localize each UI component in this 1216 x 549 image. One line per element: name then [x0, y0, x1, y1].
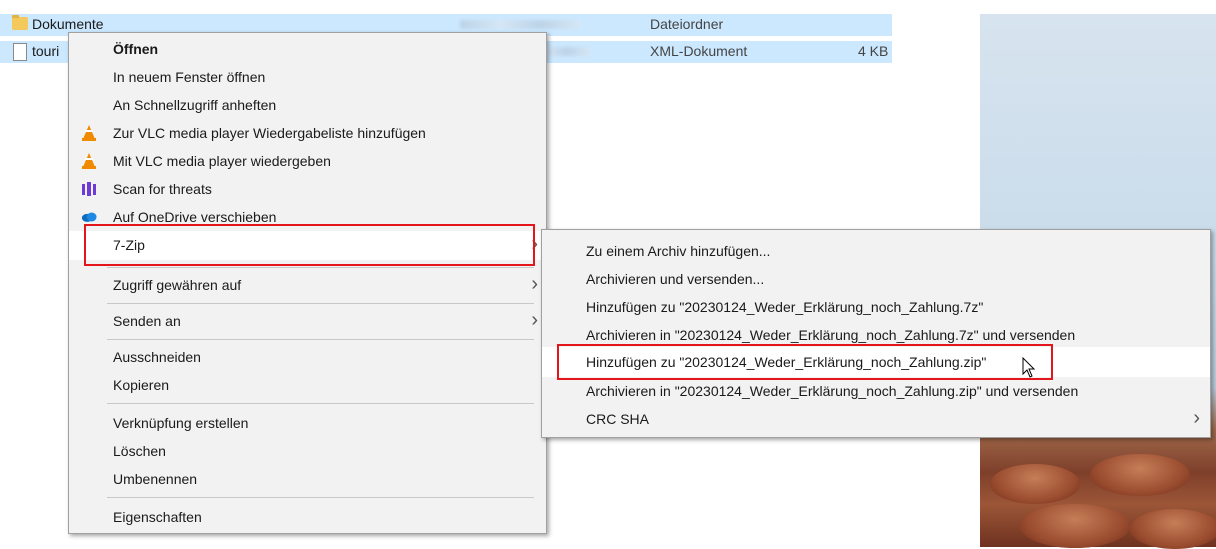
menu-item-vlc-playlist[interactable]: Zur VLC media player Wiedergabeliste hin… [69, 119, 546, 147]
highlight-box-7zip [84, 224, 535, 266]
menu-item-create-shortcut[interactable]: Verknüpfung erstellen [69, 409, 546, 437]
submenu-item-add-to-archive[interactable]: Zu einem Archiv hinzufügen... [542, 237, 1210, 265]
menu-item-label: Öffnen [113, 41, 159, 57]
menu-separator [107, 303, 534, 304]
menu-item-open-new-window[interactable]: In neuem Fenster öffnen [69, 63, 546, 91]
roof-tile [990, 464, 1080, 504]
menu-item-label: Zur VLC media player Wiedergabeliste hin… [113, 125, 426, 141]
menu-item-label: Kopieren [113, 377, 170, 393]
folder-icon [12, 15, 28, 30]
file-type: Dateiordner [650, 16, 724, 32]
chevron-right-icon: › [531, 309, 538, 331]
menu-separator [107, 403, 534, 404]
file-size: 4 KB [858, 43, 889, 59]
submenu-item-add-7z[interactable]: Hinzufügen zu "20230124_Weder_Erklärung_… [542, 293, 1210, 321]
7zip-submenu: Zu einem Archiv hinzufügen... Archiviere… [541, 229, 1211, 438]
file-name: Dokumente [32, 16, 104, 32]
submenu-item-archive-zip-send[interactable]: Archivieren in "20230124_Weder_Erklärung… [542, 377, 1210, 405]
document-icon [13, 43, 27, 61]
malwarebytes-icon [81, 181, 97, 197]
roof-tile [1130, 509, 1216, 549]
menu-item-label: Ausschneiden [113, 349, 201, 365]
menu-item-label: Archivieren in "20230124_Weder_Erklärung… [586, 383, 1079, 399]
vlc-cone-icon [81, 153, 97, 169]
menu-item-send-to[interactable]: Senden an › [69, 307, 546, 335]
menu-separator [107, 497, 534, 498]
submenu-item-archive-and-send[interactable]: Archivieren und versenden... [542, 265, 1210, 293]
menu-item-label: Verknüpfung erstellen [113, 415, 249, 431]
menu-item-vlc-play[interactable]: Mit VLC media player wiedergeben [69, 147, 546, 175]
menu-item-label: Senden an [113, 313, 181, 329]
file-name: touri [32, 43, 60, 59]
menu-item-label: Auf OneDrive verschieben [113, 209, 277, 225]
context-menu: Öffnen In neuem Fenster öffnen An Schnel… [68, 32, 547, 534]
menu-item-label: Löschen [113, 443, 166, 459]
menu-separator [107, 339, 534, 340]
menu-item-scan-threats[interactable]: Scan for threats [69, 175, 546, 203]
onedrive-cloud-icon [81, 209, 97, 225]
blurred-date [460, 20, 580, 29]
highlight-box-zip [557, 344, 1053, 380]
menu-item-label: Hinzufügen zu "20230124_Weder_Erklärung_… [586, 299, 984, 315]
menu-item-label: Archivieren in "20230124_Weder_Erklärung… [586, 327, 1076, 343]
mouse-pointer-icon [1022, 357, 1036, 378]
menu-item-rename[interactable]: Umbenennen [69, 465, 546, 493]
chevron-right-icon: › [1193, 407, 1200, 429]
roof-tile [1020, 504, 1130, 548]
menu-item-pin-quick-access[interactable]: An Schnellzugriff anheften [69, 91, 546, 119]
vlc-cone-icon [81, 125, 97, 141]
menu-separator [107, 267, 534, 268]
menu-item-label: Zugriff gewähren auf [113, 277, 242, 293]
roof-tile [1090, 454, 1190, 496]
menu-item-label: Umbenennen [113, 471, 198, 487]
menu-item-label: Scan for threats [113, 181, 212, 197]
menu-item-label: Eigenschaften [113, 509, 202, 525]
menu-item-label: Mit VLC media player wiedergeben [113, 153, 331, 169]
menu-item-properties[interactable]: Eigenschaften [69, 503, 546, 531]
menu-item-label: An Schnellzugriff anheften [113, 97, 277, 113]
menu-item-delete[interactable]: Löschen [69, 437, 546, 465]
file-type: XML-Dokument [650, 43, 748, 59]
menu-item-label: In neuem Fenster öffnen [113, 69, 266, 85]
menu-item-label: Archivieren und versenden... [586, 271, 765, 287]
menu-item-copy[interactable]: Kopieren [69, 371, 546, 399]
submenu-item-crc-sha[interactable]: CRC SHA › [542, 405, 1210, 433]
chevron-right-icon: › [531, 273, 538, 295]
menu-item-label: CRC SHA [586, 411, 650, 427]
menu-item-label: Zu einem Archiv hinzufügen... [586, 243, 771, 259]
menu-item-open[interactable]: Öffnen [69, 35, 546, 63]
menu-item-cut[interactable]: Ausschneiden [69, 343, 546, 371]
menu-item-grant-access[interactable]: Zugriff gewähren auf › [69, 271, 546, 299]
